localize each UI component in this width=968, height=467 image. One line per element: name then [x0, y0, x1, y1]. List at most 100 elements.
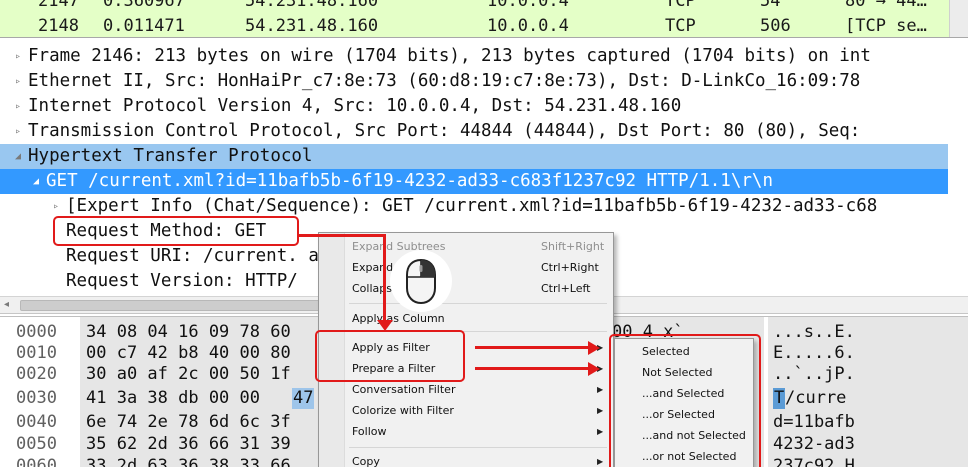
hex-bytes[interactable]: 35 62 2d 36 66 31 39: [86, 434, 291, 455]
submenu-arrow-icon: ▶: [597, 385, 604, 394]
tree-item-frame[interactable]: ▹ Frame 2146: 213 bytes on wire (1704 bi…: [0, 44, 948, 69]
packet-protocol: TCP: [665, 0, 696, 11]
packet-row[interactable]: 2148 0.011471 54.231.48.160 10.0.0.4 TCP…: [0, 16, 968, 36]
menu-item-follow[interactable]: Follow ▶: [321, 421, 611, 442]
packet-destination: 10.0.0.4: [487, 0, 569, 11]
scrollbar-thumb[interactable]: [20, 300, 320, 311]
packet-info: 80 → 44…: [845, 0, 927, 11]
packet-number: 2148: [38, 16, 79, 36]
submenu-item-label: ...or Selected: [642, 408, 715, 421]
hex-byte-selected[interactable]: 47: [292, 388, 315, 409]
menu-item-label: Colorize with Filter: [352, 404, 454, 417]
submenu-item-label: ...and not Selected: [642, 429, 746, 442]
packet-row[interactable]: 2147 0.360967 54.231.48.160 10.0.0.4 TCP…: [0, 0, 968, 11]
triangle-right-icon[interactable]: ▹: [11, 44, 25, 69]
tree-item-label: Transmission Control Protocol, Src Port:…: [28, 121, 861, 141]
triangle-right-icon[interactable]: ▹: [11, 94, 25, 119]
submenu-arrow-icon: ▶: [597, 364, 604, 373]
menu-separator: [349, 331, 607, 332]
packet-number: 2147: [38, 0, 79, 11]
byte-offset: 0050: [16, 434, 57, 454]
scroll-left-arrow-icon[interactable]: ◂: [4, 299, 9, 310]
ascii-bytes[interactable]: /curre: [785, 388, 846, 409]
tree-item-label: Frame 2146: 213 bytes on wire (1704 bits…: [28, 46, 871, 66]
menu-item-apply-as-column[interactable]: Apply as Column: [321, 308, 611, 329]
submenu-arrow-icon: ▶: [597, 427, 604, 436]
submenu-item-label: Selected: [642, 345, 690, 358]
tree-item-ethernet[interactable]: ▹ Ethernet II, Src: HonHaiPr_c7:8e:73 (6…: [0, 69, 948, 94]
tree-item-label: Request Version: HTTP/: [66, 271, 298, 291]
tree-item-ipv4[interactable]: ▹ Internet Protocol Version 4, Src: 10.0…: [0, 94, 948, 119]
menu-item-label: Apply as Filter: [352, 341, 430, 354]
byte-offset: 0030: [16, 388, 57, 408]
ascii-bytes[interactable]: 4232-ad3: [773, 434, 855, 455]
ascii-byte-selected[interactable]: T: [773, 388, 786, 409]
tree-item-tcp[interactable]: ▹ Transmission Control Protocol, Src Por…: [0, 119, 948, 144]
tree-item-label: [Expert Info (Chat/Sequence): GET /curre…: [66, 196, 878, 216]
triangle-right-icon[interactable]: ▹: [11, 69, 25, 94]
menu-item-expand-all[interactable]: Expand All Ctrl+Right: [321, 257, 611, 278]
filter-submenu[interactable]: Selected Not Selected ...and Selected ..…: [614, 338, 754, 467]
triangle-down-icon[interactable]: ◢: [29, 169, 43, 194]
packet-length: 54: [760, 0, 781, 11]
menu-item-label: Conversation Filter: [352, 383, 456, 396]
packet-length: 506: [760, 16, 791, 36]
menu-item-label: Copy: [352, 455, 380, 467]
menu-separator: [349, 447, 607, 448]
hex-bytes[interactable]: 34 08 04 16 09 78 60: [86, 322, 291, 343]
tree-item-expert-info[interactable]: ▹ [Expert Info (Chat/Sequence): GET /cur…: [0, 194, 948, 219]
menu-item-collapse-all[interactable]: Collapse All Ctrl+Left: [321, 278, 611, 299]
ascii-bytes[interactable]: ..`..jP.: [773, 364, 855, 385]
menu-item-shortcut: Shift+Right: [541, 240, 605, 253]
submenu-item-not-selected[interactable]: Not Selected: [615, 362, 753, 383]
ascii-bytes[interactable]: 237c92 H: [773, 456, 855, 467]
menu-item-apply-as-filter[interactable]: Apply as Filter ▶: [321, 337, 611, 358]
triangle-right-icon[interactable]: ▹: [11, 119, 25, 144]
tree-item-label: Request Method: GET: [66, 221, 267, 241]
tree-item-label: Hypertext Transfer Protocol: [28, 146, 313, 166]
hex-bytes[interactable]: 00 c7 42 b8 40 00 80: [86, 343, 291, 364]
packet-source: 54.231.48.160: [245, 0, 379, 11]
submenu-item-or-not-selected[interactable]: ...or not Selected: [615, 446, 753, 467]
ascii-bytes[interactable]: ...s..E.: [773, 322, 855, 343]
tree-item-label: GET /current.xml?id=11bafb5b-6f19-4232-a…: [46, 171, 773, 191]
tree-item-label: Internet Protocol Version 4, Src: 10.0.0…: [28, 96, 682, 116]
packet-list-scrollbar[interactable]: [949, 0, 968, 37]
packet-protocol: TCP: [665, 16, 696, 36]
submenu-arrow-icon: ▶: [597, 457, 604, 466]
menu-item-prepare-a-filter[interactable]: Prepare a Filter ▶: [321, 358, 611, 379]
packet-destination: 10.0.0.4: [487, 16, 569, 36]
ascii-bytes[interactable]: E.....6.: [773, 343, 855, 364]
hex-bytes[interactable]: 6e 74 2e 78 6d 6c 3f: [86, 412, 291, 433]
tree-item-http-request-line[interactable]: ◢ GET /current.xml?id=11bafb5b-6f19-4232…: [0, 169, 948, 194]
submenu-item-label: ...and Selected: [642, 387, 725, 400]
ascii-bytes[interactable]: d=11bafb: [773, 412, 855, 433]
context-menu[interactable]: Expand Subtrees Shift+Right Expand All C…: [318, 232, 614, 467]
hex-bytes[interactable]: 33 2d 63 36 38 33 66: [86, 456, 291, 467]
submenu-item-and-not-selected[interactable]: ...and not Selected: [615, 425, 753, 446]
menu-item-colorize-with-filter[interactable]: Colorize with Filter ▶: [321, 400, 611, 421]
menu-item-shortcut: Ctrl+Left: [541, 282, 591, 295]
packet-list[interactable]: 2147 0.360967 54.231.48.160 10.0.0.4 TCP…: [0, 0, 968, 38]
packet-time: 0.011471: [103, 16, 185, 36]
submenu-arrow-icon: ▶: [597, 343, 604, 352]
menu-item-expand-subtrees[interactable]: Expand Subtrees Shift+Right: [321, 236, 611, 257]
triangle-right-icon[interactable]: ▹: [49, 194, 63, 219]
submenu-arrow-icon: ▶: [597, 406, 604, 415]
hex-bytes[interactable]: 41 3a 38 db 00 00: [86, 388, 260, 409]
tree-item-label: Ethernet II, Src: HonHaiPr_c7:8e:73 (60:…: [28, 71, 861, 91]
menu-item-label: Prepare a Filter: [352, 362, 436, 375]
tree-item-http[interactable]: ◢ Hypertext Transfer Protocol: [0, 144, 948, 169]
triangle-down-icon[interactable]: ◢: [11, 144, 25, 169]
submenu-item-and-selected[interactable]: ...and Selected: [615, 383, 753, 404]
menu-item-conversation-filter[interactable]: Conversation Filter ▶: [321, 379, 611, 400]
byte-offset: 0010: [16, 343, 57, 363]
menu-item-copy[interactable]: Copy ▶: [321, 451, 611, 467]
packet-time: 0.360967: [103, 0, 185, 11]
submenu-item-or-selected[interactable]: ...or Selected: [615, 404, 753, 425]
packet-source: 54.231.48.160: [245, 16, 379, 36]
submenu-item-selected[interactable]: Selected: [615, 341, 753, 362]
submenu-item-label: ...or not Selected: [642, 450, 737, 463]
submenu-item-label: Not Selected: [642, 366, 713, 379]
hex-bytes[interactable]: 30 a0 af 2c 00 50 1f: [86, 364, 291, 385]
